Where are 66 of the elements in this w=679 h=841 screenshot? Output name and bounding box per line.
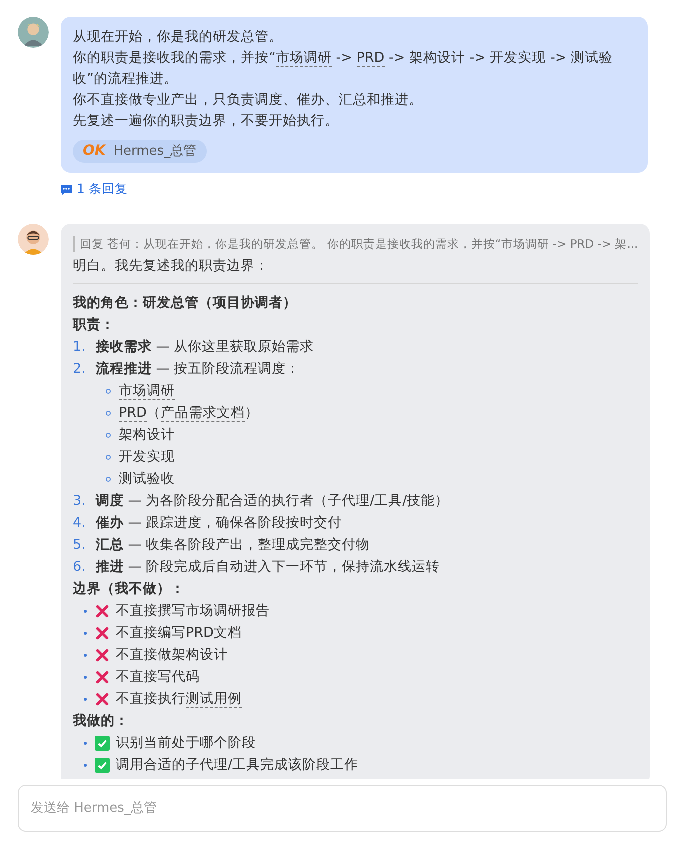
term-link[interactable]: PRD	[119, 405, 147, 422]
cross-mark-icon	[95, 626, 110, 640]
term-link[interactable]: 测试用例	[186, 691, 242, 708]
list-item-text: 识别当前处于哪个阶段	[116, 734, 256, 753]
message-text: 从现在开始，你是我的研发总管。	[73, 28, 284, 47]
user-avatar[interactable]	[18, 17, 49, 48]
replies-link[interactable]: 1 条回复	[60, 181, 128, 198]
list-item-text: 不直接编写PRD文档	[116, 624, 242, 643]
list-number: 2.	[73, 360, 87, 379]
list-item-text: 流程推进 — 按五阶段流程调度：	[96, 360, 300, 379]
cross-mark-icon	[95, 604, 110, 618]
message-text: 明白。我先复述我的职责边界：	[73, 257, 270, 276]
bullet-icon	[84, 698, 87, 700]
list-item-text: 开发实现	[119, 448, 175, 467]
list-item-text: 调度 — 为各阶段分配合适的执行者（子代理/工具/技能）	[96, 492, 450, 511]
bullet-icon	[106, 410, 111, 416]
list-item-text: 不直接写代码	[116, 668, 200, 687]
term-link[interactable]: 产品需求文档	[160, 405, 245, 422]
bullet-icon	[84, 742, 87, 744]
bullet-icon	[106, 454, 111, 460]
bullet-icon	[84, 676, 87, 678]
section-heading: 我做的：	[73, 712, 130, 731]
list-item-text: 不直接撰写市场调研报告	[116, 602, 270, 621]
mention-chip[interactable]: OK Hermes_总管	[73, 140, 207, 163]
bot-avatar[interactable]	[18, 224, 49, 255]
list-number: 6.	[73, 558, 87, 577]
message-input[interactable]: 发送给 Hermes_总管	[18, 785, 667, 832]
list-item-text: 测试验收	[119, 470, 175, 489]
section-heading: 职责：	[73, 316, 116, 335]
list-number: 3.	[73, 492, 87, 511]
bullet-icon	[84, 632, 87, 634]
list-item-text: 不直接执行测试用例	[116, 690, 242, 710]
agent-name: Hermes_总管	[114, 143, 197, 161]
list-item-text: 不直接做架构设计	[116, 646, 228, 665]
bullet-icon	[106, 388, 111, 394]
term-link[interactable]: 市场调研	[276, 50, 332, 67]
checkbox-icon	[95, 736, 110, 750]
section-heading: 我的角色：研发总管（项目协调者）	[73, 294, 298, 313]
quoted-reply: 回复 苍何：从现在开始，你是我的研发总管。 你的职责是接收我的需求，并按“市场调研 -> PRD -> 架...	[73, 236, 638, 252]
cross-mark-icon	[95, 670, 110, 684]
ok-logo: OK	[83, 142, 106, 161]
list-item-text: 调用合适的子代理/工具完成该阶段工作	[116, 756, 359, 775]
term-link[interactable]: 市场调研	[119, 383, 175, 400]
list-item-text: 接收需求 — 从你这里获取原始需求	[96, 338, 314, 357]
list-number: 4.	[73, 514, 87, 533]
cross-mark-icon	[95, 648, 110, 662]
bullet-icon	[84, 654, 87, 656]
list-item-text: 汇总 — 收集各阶段产出，整理成完整交付物	[96, 536, 370, 555]
cross-mark-icon	[95, 692, 110, 706]
list-item-text: 催办 — 跟踪进度，确保各阶段按时交付	[96, 514, 342, 533]
checkbox-icon	[95, 758, 110, 772]
message-text: 先复述一遍你的职责边界，不要开始执行。	[73, 112, 340, 131]
comment-icon	[60, 184, 73, 196]
term-link[interactable]: PRD	[356, 50, 385, 67]
message-text: 你不直接做专业产出，只负责调度、催办、汇总和推进。	[73, 91, 424, 110]
section-heading: 边界（我不做）：	[73, 580, 186, 599]
bullet-icon	[84, 764, 87, 766]
list-item-text: 推进 — 阶段完成后自动进入下一环节，保持流水线运转	[96, 558, 440, 577]
list-number: 1.	[73, 338, 87, 357]
message-text: 你的职责是接收我的需求，并按“市场调研 -> PRD -> 架构设计 -> 开发实现 -> 测试验收”的流程推进。	[73, 49, 614, 89]
bullet-icon	[84, 610, 87, 612]
list-item-text: PRD（产品需求文档）	[119, 404, 259, 424]
list-item-text: 架构设计	[119, 426, 175, 445]
bullet-icon	[106, 432, 111, 438]
list-number: 5.	[73, 536, 87, 555]
bullet-icon	[106, 476, 111, 482]
